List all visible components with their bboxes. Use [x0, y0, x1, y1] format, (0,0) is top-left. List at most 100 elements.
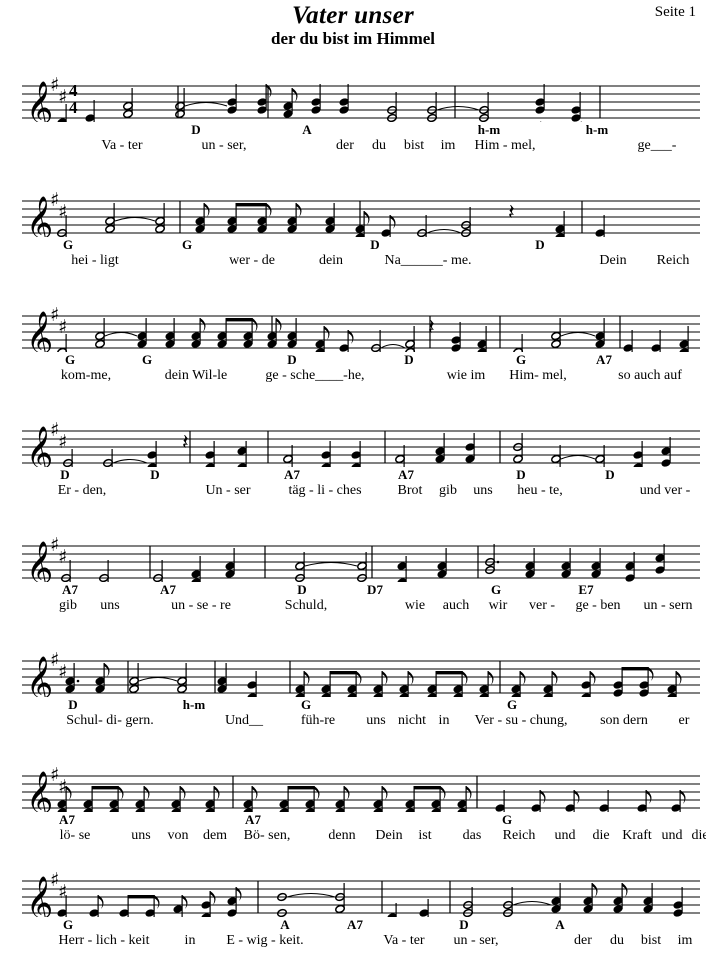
chord-symbol[interactable]: D: [297, 582, 306, 598]
chord-symbol[interactable]: D7: [367, 582, 383, 598]
lyric-row: lö- se uns von dem Bö- sen, denn Dein ist das Rei…: [0, 828, 706, 846]
augmentation-dot: [76, 679, 80, 683]
chord-symbol[interactable]: D: [605, 467, 614, 483]
beam: [330, 671, 357, 675]
staff-notation: 𝄞♯♯ 𝄽: [22, 189, 700, 237]
lyric-syllable: denn: [328, 828, 356, 843]
tie-slur: [436, 105, 480, 111]
chord-symbol[interactable]: A7: [59, 812, 75, 828]
staff-system: 𝄞 ♯ ♯ G A A7 D A Herr - lich - keit in E - wig - k…: [0, 857, 706, 972]
chord-symbol[interactable]: h-m: [586, 122, 608, 138]
lyric-syllable: Schuld,: [284, 598, 328, 613]
eighth-flag-icon: [296, 203, 302, 217]
eighth-flag-icon: [314, 786, 320, 800]
lyric-syllable: und: [661, 828, 683, 843]
lyric-row: gib uns un - se - re Schuld, wie auch wir ver -…: [0, 598, 706, 616]
lyric-syllable: wie: [404, 598, 426, 613]
chord-symbol[interactable]: D: [287, 352, 296, 368]
staff-notation: 𝄞♯♯: [22, 869, 700, 917]
lyric-syllable: Brot: [397, 483, 423, 498]
lyric-row: Herr - lich - keit in E - wig - keit. Va - …: [0, 933, 706, 951]
chord-symbol[interactable]: E7: [578, 582, 593, 598]
lyric-row: hei - ligt wer - de dein Na______- me. Dein R…: [0, 253, 706, 271]
chord-symbol[interactable]: D: [535, 237, 544, 253]
chord-symbol[interactable]: A: [555, 917, 564, 933]
chord-symbol[interactable]: D: [68, 697, 77, 713]
eighth-flag-icon: [204, 203, 210, 217]
lyric-syllable: und ver -: [639, 483, 691, 498]
quarter-rest-icon: 𝄽: [508, 200, 515, 225]
chord-symbol[interactable]: A7: [596, 352, 612, 368]
chord-symbol[interactable]: A7: [62, 582, 78, 598]
chord-symbol[interactable]: D: [191, 122, 200, 138]
eighth-flag-icon: [382, 786, 388, 800]
chord-symbol[interactable]: D: [459, 917, 468, 933]
staff-notation: 𝄞♯♯ 𝄽: [22, 304, 700, 352]
lyric-syllable: lö- se: [59, 828, 91, 843]
chord-symbol[interactable]: G: [182, 237, 192, 253]
beam: [236, 203, 267, 207]
lyric-syllable: Schul- di- gern.: [66, 713, 154, 728]
chord-symbol[interactable]: D: [370, 237, 379, 253]
lyric-syllable: so auch auf: [618, 368, 682, 383]
lyric-syllable: ge - ben: [575, 598, 621, 613]
staff-system: 𝄞 ♯ ♯ A7 A7 Glö- se uns von dem Bö- sen, denn Dein i…: [0, 752, 706, 867]
chord-symbol[interactable]: h-m: [478, 122, 500, 138]
lyric-syllable: nicht: [398, 713, 426, 728]
chord-symbol[interactable]: G: [142, 352, 152, 368]
tie-slur: [426, 228, 462, 234]
chord-symbol[interactable]: G: [65, 352, 75, 368]
eighth-flag-icon: [382, 671, 388, 685]
lyric-row: kom-me, dein Wil-le ge - sche____-he, wie i…: [0, 368, 706, 386]
eighth-flag-icon: [520, 671, 526, 685]
beam: [226, 318, 253, 322]
lyric-syllable: E - wig - keit.: [226, 933, 304, 948]
staff-notation: 𝄞♯♯: [22, 649, 700, 697]
chord-symbol[interactable]: A7: [398, 467, 414, 483]
chord-symbol[interactable]: G: [502, 812, 512, 828]
chord-symbol[interactable]: D: [516, 467, 525, 483]
eighth-flag-icon: [304, 671, 310, 685]
lyric-syllable: heu - te,: [517, 483, 563, 498]
chord-symbol[interactable]: A7: [347, 917, 363, 933]
chord-symbol[interactable]: D: [150, 467, 159, 483]
lyric-syllable: Him- mel,: [509, 368, 567, 383]
tie-slur: [512, 900, 552, 906]
chord-symbol[interactable]: A: [302, 122, 311, 138]
chord-symbol[interactable]: G: [507, 697, 517, 713]
chord-symbol[interactable]: h-m: [183, 697, 205, 713]
lyric-syllable: uns: [473, 483, 493, 498]
lyric-syllable: gib: [59, 598, 77, 613]
lyric-syllable: Bö- sen,: [243, 828, 291, 843]
lyric-syllable: die: [691, 828, 706, 843]
lyric-syllable: in: [438, 713, 450, 728]
lyric-syllable: ge___-: [637, 138, 677, 153]
staff-system: 𝄞 ♯ ♯ 𝄽 D D A7 A7 D D Er - den, Un - ser täg - li - …: [0, 407, 706, 522]
chord-symbol[interactable]: D: [404, 352, 413, 368]
lyric-syllable: uns: [100, 598, 120, 613]
quarter-rest-icon: 𝄽: [428, 315, 435, 340]
lyric-syllable: wie im: [446, 368, 486, 383]
lyric-row: Schul- di- gern. Und__ füh-re uns nicht in Ver…: [0, 713, 706, 731]
chord-symbol[interactable]: A7: [160, 582, 176, 598]
chord-symbol[interactable]: A: [280, 917, 289, 933]
lyric-syllable: un - ser,: [453, 933, 499, 948]
chord-symbol[interactable]: G: [301, 697, 311, 713]
chord-symbol[interactable]: G: [516, 352, 526, 368]
lyric-syllable: Ver - su - chung,: [474, 713, 568, 728]
chord-symbol[interactable]: A7: [284, 467, 300, 483]
chord-symbol[interactable]: G: [63, 237, 73, 253]
staff-system: 𝄞 ♯ ♯ 𝄽 G G D D G A7 kom-me, dein Wil-le ge - sche__…: [0, 292, 706, 407]
page-number-label: Seite 1: [654, 4, 696, 20]
lyric-row: Va - ter un - ser, der du bist im Him - mel, ge…: [0, 138, 706, 156]
chord-symbol[interactable]: G: [63, 917, 73, 933]
lyric-syllable: von: [167, 828, 189, 843]
chord-symbol[interactable]: D: [60, 467, 69, 483]
lyric-row: Er - den, Un - ser täg - li - ches Brot gib u…: [0, 483, 706, 501]
key-signature-sharp-icon: ♯: [58, 546, 67, 568]
lyric-syllable: Dein: [375, 828, 403, 843]
eighth-flag-icon: [408, 671, 414, 685]
chord-symbol[interactable]: G: [491, 582, 501, 598]
chord-symbol[interactable]: A7: [245, 812, 261, 828]
lyric-syllable: der: [336, 138, 354, 153]
